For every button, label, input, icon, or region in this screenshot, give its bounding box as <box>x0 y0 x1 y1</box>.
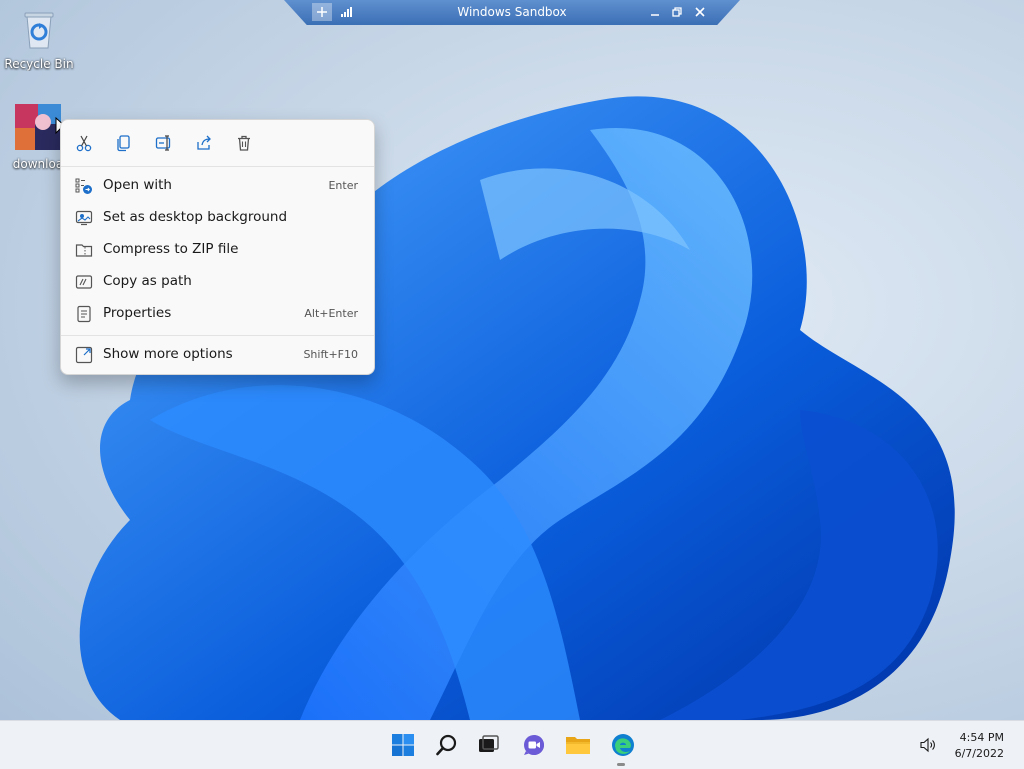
open-with-icon <box>75 177 93 195</box>
menu-item-label: Set as desktop background <box>103 209 288 225</box>
start-button[interactable] <box>387 729 419 761</box>
minimize-button[interactable] <box>646 3 664 21</box>
volume-button[interactable] <box>914 729 944 761</box>
desktop-background-icon <box>75 209 93 227</box>
menu-item-properties[interactable]: Properties Alt+Enter <box>65 299 370 329</box>
chat-button[interactable] <box>518 729 550 761</box>
properties-icon <box>75 305 93 323</box>
delete-icon <box>238 135 250 151</box>
restore-button[interactable] <box>668 3 686 21</box>
minimize-icon <box>651 14 659 16</box>
rename-icon <box>155 135 171 151</box>
sandbox-title-bar[interactable]: Windows Sandbox <box>284 0 740 25</box>
context-menu: Open with Enter Set as desktop backgroun… <box>60 119 375 375</box>
menu-item-copy-path[interactable]: Copy as path <box>65 267 370 297</box>
menu-separator <box>61 166 374 167</box>
menu-item-label: Copy as path <box>103 273 192 289</box>
search-button[interactable] <box>431 729 463 761</box>
clock-date: 6/7/2022 <box>954 747 1004 760</box>
menu-item-label: Open with <box>103 177 172 193</box>
menu-item-label: Properties <box>103 305 172 321</box>
zip-icon <box>75 241 93 259</box>
share-icon <box>197 135 211 150</box>
context-menu-toolbar <box>61 120 374 166</box>
rename-button[interactable] <box>152 132 176 154</box>
recycle-bin-icon <box>24 12 54 49</box>
menu-item-shortcut: Alt+Enter <box>304 307 358 320</box>
active-app-indicator <box>617 763 625 766</box>
edge-icon <box>612 734 634 756</box>
task-view-button[interactable] <box>472 729 504 761</box>
menu-item-label: Compress to ZIP file <box>103 241 239 257</box>
search-icon <box>436 734 457 756</box>
file-explorer-icon <box>566 737 590 754</box>
menu-item-set-background[interactable]: Set as desktop background <box>65 203 370 233</box>
more-options-icon <box>75 346 93 364</box>
share-button[interactable] <box>192 132 216 154</box>
task-view-icon <box>479 735 499 752</box>
taskbar: 4:54 PM 6/7/2022 <box>0 720 1024 769</box>
cut-button[interactable] <box>72 132 96 154</box>
restore-icon <box>672 7 682 17</box>
speaker-icon <box>920 737 935 753</box>
clock[interactable]: 4:54 PM 6/7/2022 <box>955 730 1004 762</box>
start-icon <box>392 734 414 756</box>
recycle-bin-label: Recycle Bin <box>4 57 74 71</box>
delete-button[interactable] <box>232 132 256 154</box>
file-explorer-button[interactable] <box>562 729 594 761</box>
recycle-bin[interactable]: Recycle Bin <box>1 8 77 71</box>
menu-item-shortcut: Enter <box>328 179 358 192</box>
close-icon <box>695 7 705 17</box>
menu-item-open-with[interactable]: Open with Enter <box>65 171 370 201</box>
menu-item-show-more[interactable]: Show more options Shift+F10 <box>65 340 370 370</box>
copy-path-icon <box>75 273 93 291</box>
edge-button[interactable] <box>607 729 639 761</box>
close-button[interactable] <box>691 3 709 21</box>
menu-separator <box>61 335 374 336</box>
copy-icon <box>117 135 130 152</box>
clock-time: 4:54 PM <box>959 731 1004 744</box>
chat-icon <box>524 735 544 755</box>
menu-item-compress-zip[interactable]: Compress to ZIP file <box>65 235 370 265</box>
copy-button[interactable] <box>112 132 136 154</box>
menu-item-shortcut: Shift+F10 <box>303 348 358 361</box>
cut-icon <box>76 135 92 152</box>
menu-item-label: Show more options <box>103 346 233 362</box>
